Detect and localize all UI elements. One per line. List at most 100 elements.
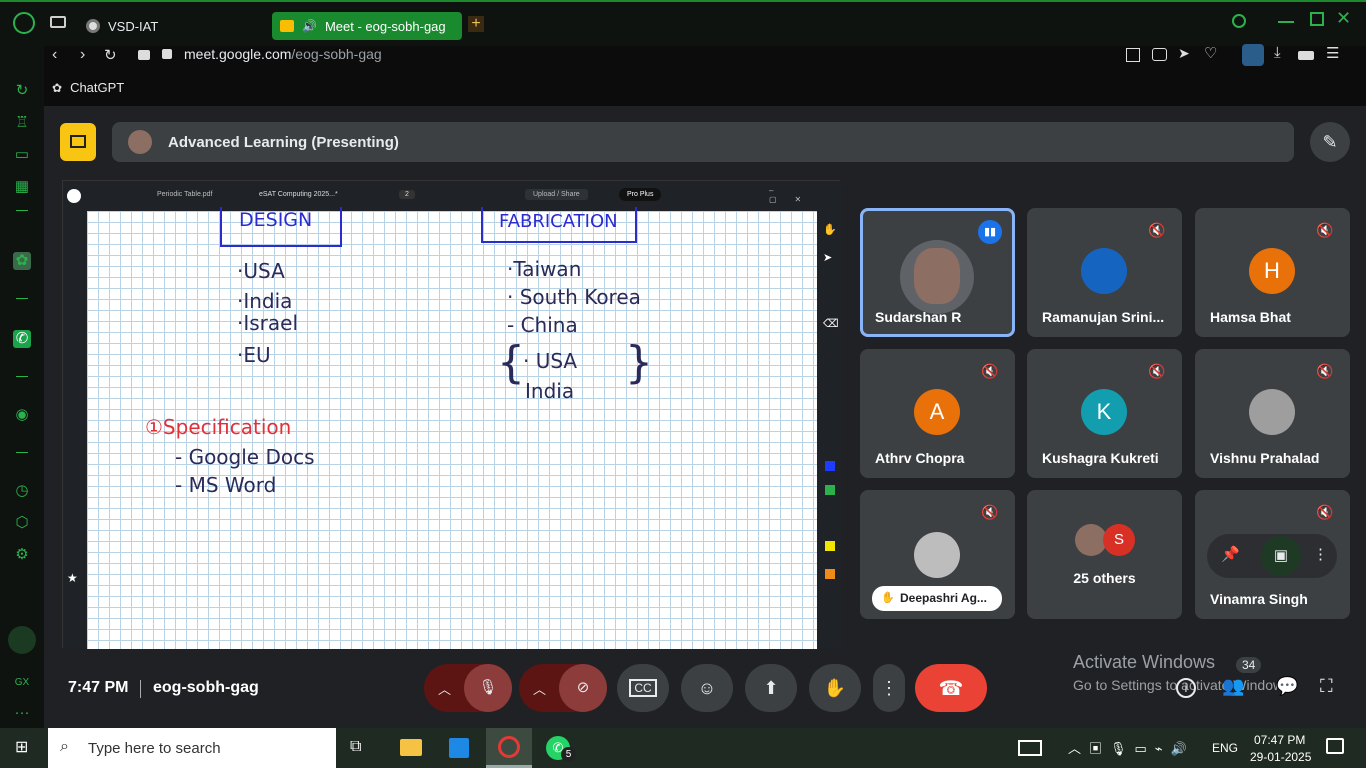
refresh-icon[interactable]: ↻ [13,82,31,100]
participant-tile[interactable]: 🔇 Ramanujan Srini... [1027,208,1182,337]
minimize-button[interactable] [1278,21,1294,23]
design-item: ·Israel [237,311,299,335]
chat-icon[interactable]: 💬 [1276,676,1298,697]
participant-tile[interactable]: ▮▮ Sudarshan R [860,208,1015,337]
download-icon[interactable]: ⤓ [1274,44,1281,61]
pin-icon[interactable]: 📌 [1221,545,1240,563]
mic-off-icon: 🔇 [981,504,999,520]
aria-icon[interactable]: ♖ [13,114,31,132]
meeting-details-icon[interactable]: i [1176,678,1196,698]
hand-tool-icon[interactable]: ✋ [823,223,837,236]
participant-tile[interactable]: 🔇 ✋ Deepashri Ag... [860,490,1015,619]
activities-icon[interactable]: ⛶ [1320,676,1333,697]
video-settings-button[interactable]: ︿ ⊘ [519,664,607,712]
shared-tab-2[interactable]: eSAT Computing 2025...* [259,191,338,198]
settings-icon[interactable]: ⚙ [13,546,31,564]
maximize-button[interactable] [1310,12,1324,26]
new-tab-button[interactable]: + [468,16,484,32]
close-button[interactable]: ✕ [1336,8,1351,29]
profile-icon[interactable] [1242,44,1264,66]
file-explorer-icon[interactable] [400,739,422,756]
pen-color-green-icon[interactable] [825,485,835,495]
send-icon[interactable]: ➤ [1178,45,1190,62]
extensions-icon[interactable]: ⬡ [13,514,31,532]
whatsapp-icon[interactable]: ✆ [13,330,31,348]
avatar: K [1081,389,1127,435]
tab-vsd-iat[interactable]: VSD-IAT [78,12,258,40]
pen-color-yellow-icon[interactable] [825,541,835,551]
reload-icon[interactable]: ↻ [104,46,117,64]
language-indicator[interactable]: ENG [1212,741,1238,755]
back-icon[interactable]: ‹ [52,46,57,64]
gx-mod-icon[interactable]: ▦ [13,178,31,196]
participant-name: 25 others [1073,570,1136,586]
snapshot-icon[interactable] [1152,48,1167,61]
edit-icon[interactable] [1126,48,1140,62]
clock-date[interactable]: 29-01-2025 [1250,750,1311,764]
participant-tile[interactable]: 🔇 📌 ▣ ⋮ Vinamra Singh [1195,490,1350,619]
meeting-code: eog-sobh-gag [153,679,259,696]
others-tile[interactable]: S 25 others [1027,490,1182,619]
fab-item: - China [507,313,578,337]
audio-settings-button[interactable]: ︿ 🎙 [424,664,512,712]
forward-icon[interactable]: › [80,46,85,64]
participant-tile[interactable]: 🔇 K Kushagra Kukreti [1027,349,1182,478]
chatgpt-side-icon[interactable]: ✿ [13,252,31,270]
participant-name: Athrv Chopra [875,450,965,466]
pen-color-blue-icon[interactable] [825,461,835,471]
store-icon[interactable] [449,738,469,758]
participant-tile[interactable]: 🔇 Vishnu Prahalad [1195,349,1350,478]
select-tool-icon[interactable]: ➤ [823,251,832,264]
ticket-icon[interactable]: ▭ [13,146,31,164]
opera-logo-icon[interactable] [13,12,35,34]
page-badge[interactable]: 2 [399,190,415,199]
tab-meet[interactable]: 🔊 Meet - eog-sobh-gag [272,12,462,40]
shared-tab-1[interactable]: Periodic Table.pdf [157,191,213,198]
pen-color-orange-icon[interactable] [825,569,835,579]
more-options-button[interactable]: ⋮ [873,664,905,712]
more-icon[interactable]: ··· [13,704,31,722]
leave-call-button[interactable]: ☎ [915,664,987,712]
history-icon[interactable]: ◷ [13,482,31,500]
mic-toggle-button[interactable]: 🎙 [464,664,512,712]
camera-toggle-button[interactable]: ⊘ [559,664,607,712]
meeting-time: 7:47 PM [68,679,129,696]
upload-share-button[interactable]: Upload / Share [525,189,588,200]
task-view-icon[interactable]: ⧉ [350,738,361,756]
reactions-button[interactable]: ☺ [681,664,733,712]
url-field[interactable]: meet.google.com/eog-sobh-gag [184,46,382,62]
stop-presenting-button[interactable] [60,123,96,161]
chevron-up-icon: ︿ [438,681,452,697]
whatsapp-taskbar-icon[interactable]: ✆ 5 [546,736,576,762]
workspaces-icon[interactable] [50,16,66,28]
eraser-tool-icon[interactable]: ⌫ [823,317,839,330]
start-icon[interactable]: ⊞ [15,740,33,756]
heart-icon[interactable]: ♡ [1204,44,1217,62]
gx-label-icon[interactable]: GX [13,674,31,692]
participant-tile[interactable]: 🔇 A Athrv Chopra [860,349,1015,478]
frame-icon[interactable]: ▣ [1261,536,1301,576]
favorite-icon[interactable]: ★ [67,571,78,585]
opera-gx-taskbar-icon[interactable] [486,728,532,768]
participant-tile[interactable]: 🔇 H Hamsa Bhat [1195,208,1350,337]
more-options-icon[interactable]: ⋮ [1313,545,1328,563]
easy-setup-icon[interactable]: ☰ [1326,44,1339,62]
news-icon[interactable] [1018,740,1042,756]
captions-button[interactable]: CC [617,664,669,712]
search-icon[interactable] [1232,14,1246,28]
annotate-button[interactable]: ✎ [1310,122,1350,162]
gx-control-icon[interactable] [8,626,36,654]
people-icon[interactable]: 👥 [1222,676,1244,697]
chatgpt-icon: ✿ [52,80,63,95]
whiteboard-canvas[interactable]: DESIGN ·USA ·India ·Israel ·EU FABRICATI… [87,207,817,649]
plan-badge[interactable]: Pro Plus [619,188,662,201]
clock-time[interactable]: 07:47 PM [1254,733,1305,747]
notifications-icon[interactable] [1326,738,1344,754]
tray-icons[interactable]: ︿▣🎙▭⌁🔊 [1068,738,1195,757]
music-icon[interactable]: ◉ [13,406,31,424]
bookmark-chatgpt[interactable]: ✿ ChatGPT [52,80,124,95]
battery-icon[interactable] [1298,51,1314,60]
raise-hand-button[interactable]: ✋ [809,664,861,712]
taskbar-search[interactable]: ⌕ Type here to search [48,728,336,768]
present-button[interactable]: ⬆ [745,664,797,712]
